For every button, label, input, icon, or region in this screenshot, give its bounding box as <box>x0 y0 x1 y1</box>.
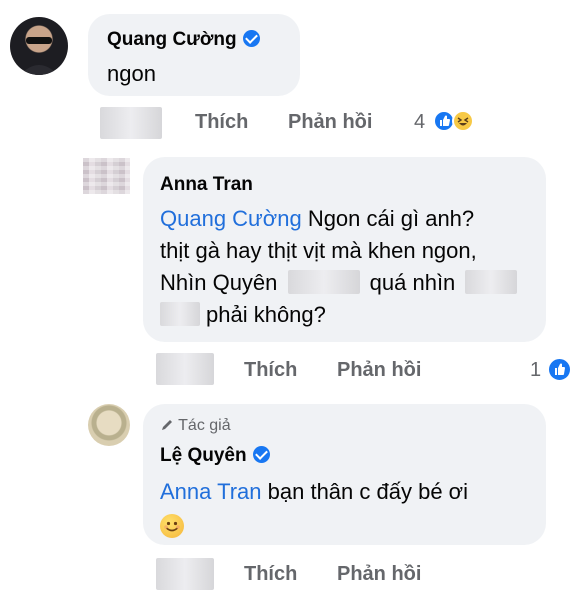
smiling-face-icon <box>160 514 184 538</box>
comment-line-1: Quang Cường Ngon cái gì anh? <box>160 203 474 234</box>
reply-button[interactable]: Phản hồi <box>288 111 372 134</box>
comment-author[interactable]: Lệ Quyên <box>160 445 270 467</box>
redacted-word <box>465 270 518 294</box>
haha-icon[interactable] <box>452 110 474 132</box>
comment-bubble-1: Quang Cường ngon <box>88 14 300 96</box>
reply-button[interactable]: Phản hồi <box>337 359 421 382</box>
redacted-timestamp <box>156 353 214 385</box>
comment-line-2: thịt gà hay thịt vịt mà khen ngon, <box>160 238 477 263</box>
comment-line-4: phải không? <box>160 299 326 330</box>
redacted-timestamp <box>156 558 214 590</box>
reaction-count[interactable]: 1 <box>530 359 541 382</box>
verified-badge-icon <box>252 446 270 463</box>
avatar-le-quyen[interactable] <box>88 404 130 446</box>
verified-badge-icon <box>242 30 260 47</box>
comment-text: ngon <box>107 61 156 86</box>
reply-button[interactable]: Phản hồi <box>337 563 421 586</box>
like-button[interactable]: Thích <box>244 359 297 382</box>
comment-text: Ngon cái gì anh? <box>307 206 475 231</box>
comment-bubble-3: Tác giả Lệ Quyên Anna Tran bạn thân c đấ… <box>143 404 546 545</box>
avatar-anna-tran[interactable] <box>83 158 130 194</box>
like-button[interactable]: Thích <box>244 563 297 586</box>
person-silhouette-icon <box>20 37 58 75</box>
pencil-icon <box>162 420 172 430</box>
comment-author[interactable]: Anna Tran <box>160 174 253 196</box>
comment-line-3: Nhìn Quyên quá nhìn <box>160 267 518 298</box>
redacted-timestamp <box>100 107 162 139</box>
author-badge: Tác giả <box>160 417 231 435</box>
mention-link[interactable]: Quang Cường <box>160 206 302 231</box>
comment-text: Anna Tran bạn thân c đấy bé ơi <box>160 479 468 504</box>
reaction-count[interactable]: 4 <box>414 111 425 134</box>
avatar-quang-cuong[interactable] <box>10 17 68 75</box>
comment-bubble-2: Anna Tran Quang Cường Ngon cái gì anh? t… <box>143 157 546 342</box>
comment-author[interactable]: Quang Cường <box>107 29 260 51</box>
redacted-word <box>160 302 200 326</box>
like-button[interactable]: Thích <box>195 111 248 134</box>
mention-link[interactable]: Anna Tran <box>160 479 262 504</box>
redacted-word <box>287 270 360 294</box>
like-icon[interactable] <box>547 357 572 382</box>
